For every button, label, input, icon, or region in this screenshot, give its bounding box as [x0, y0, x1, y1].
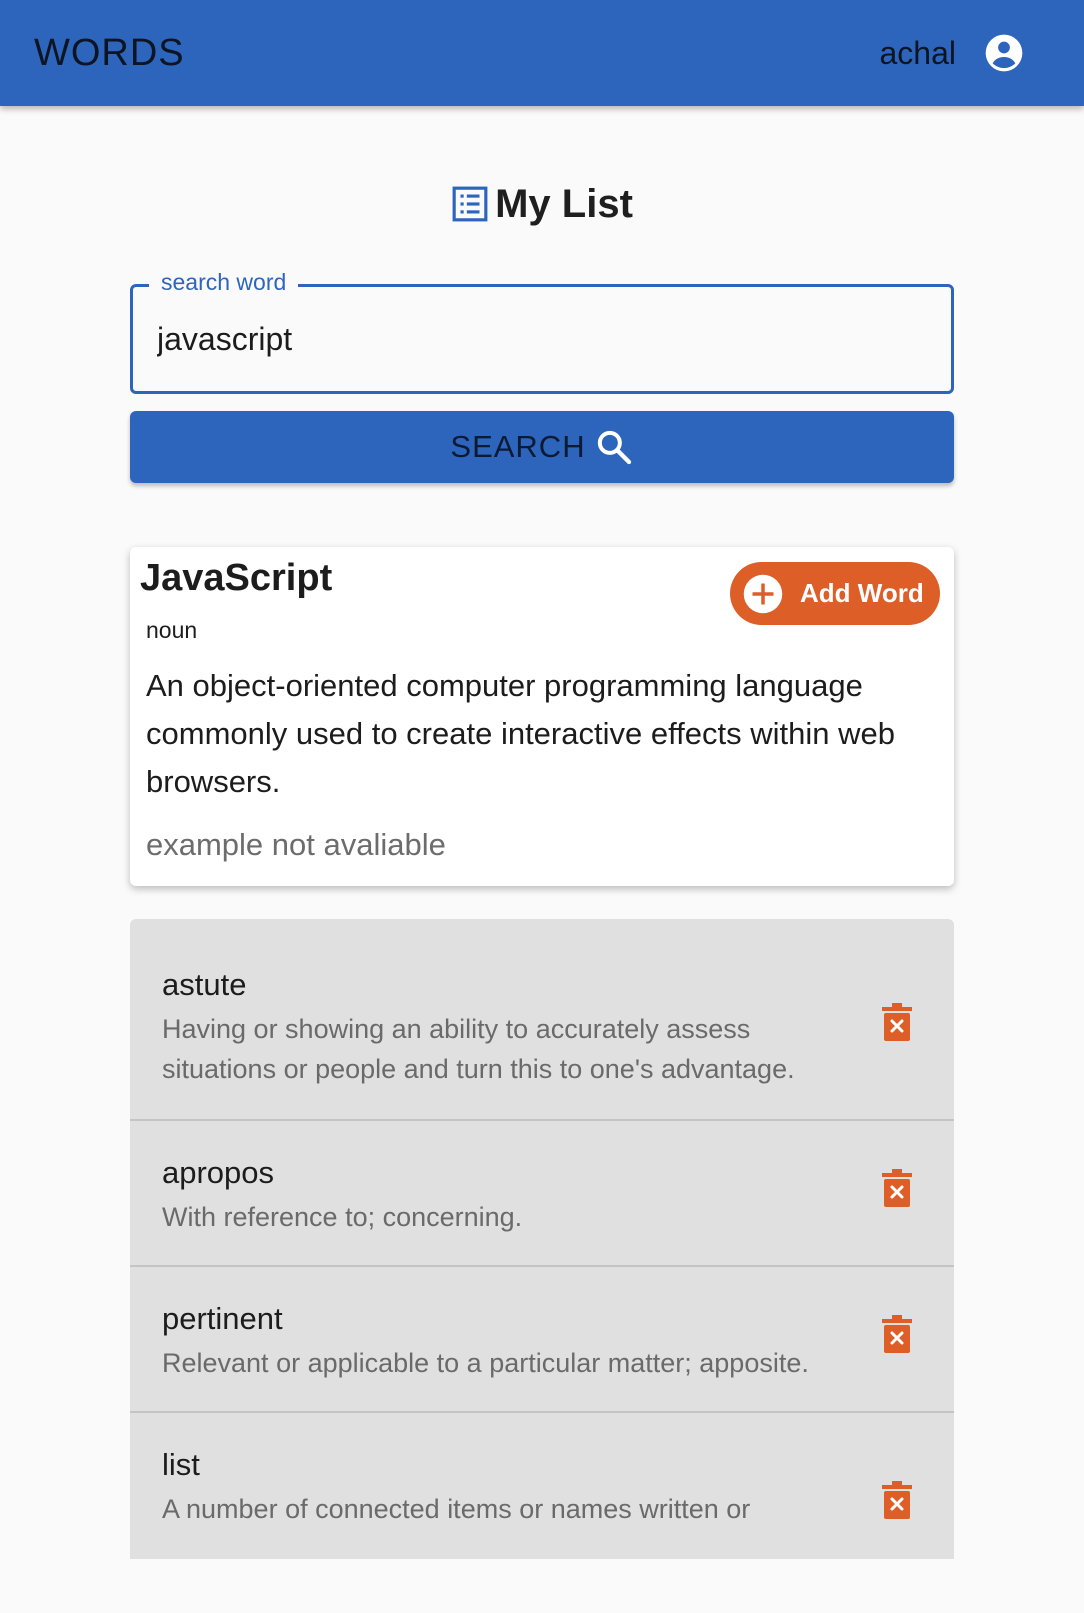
part-of-speech: noun [146, 617, 198, 643]
list-item-word: list [162, 1447, 200, 1482]
list-item[interactable]: astute Having or showing an ability to a… [130, 919, 954, 1121]
search-icon [597, 430, 631, 465]
page-heading: My List [0, 176, 1084, 232]
add-circle-icon [743, 574, 783, 613]
delete-icon [882, 1003, 912, 1041]
app-bar: WORDS achal [0, 0, 1084, 106]
delete-button[interactable] [882, 1003, 912, 1041]
list-item-definition: With reference to; concerning. [162, 1202, 523, 1232]
delete-button[interactable] [882, 1481, 912, 1519]
search-input[interactable] [157, 317, 917, 361]
result-example: example not avaliable [146, 827, 446, 862]
search-button[interactable]: SEARCH [130, 411, 954, 483]
list-item[interactable]: pertinent Relevant or applicable to a pa… [130, 1267, 954, 1413]
delete-icon [882, 1481, 912, 1519]
app-brand[interactable]: WORDS [34, 32, 185, 75]
delete-icon [882, 1169, 912, 1207]
delete-button[interactable] [882, 1315, 912, 1353]
word-result-card: JavaScript Add Word noun An object-orien… [130, 547, 954, 886]
account-circle-icon[interactable] [982, 31, 1026, 75]
page-title: My List [495, 181, 633, 226]
delete-button[interactable] [882, 1169, 912, 1207]
list-item-definition: A number of connected items or names wri… [162, 1494, 751, 1524]
list-icon [452, 186, 488, 222]
result-word: JavaScript [140, 557, 333, 599]
list-item-word: pertinent [162, 1301, 283, 1336]
add-word-label: Add Word [800, 578, 924, 608]
list-item-definition: Relevant or applicable to a particular m… [162, 1348, 809, 1378]
list-item-definition: Having or showing an ability to accurate… [162, 1014, 795, 1084]
user-menu[interactable]: achal [880, 31, 1027, 75]
list-item[interactable]: apropos With reference to; concerning. [130, 1121, 954, 1267]
add-word-button[interactable]: Add Word [730, 562, 940, 625]
list-item[interactable]: list A number of connected items or name… [130, 1413, 954, 1613]
delete-icon [882, 1315, 912, 1353]
search-button-label: SEARCH [450, 429, 586, 464]
list-item-word: astute [162, 967, 247, 1002]
result-definition: An object-oriented computer programming … [146, 668, 895, 799]
search-field-label: search word [149, 269, 299, 296]
list-item-word: apropos [162, 1155, 275, 1190]
username[interactable]: achal [880, 35, 957, 72]
saved-words-list: astute Having or showing an ability to a… [130, 919, 954, 1559]
search-field[interactable]: search word [130, 269, 954, 394]
